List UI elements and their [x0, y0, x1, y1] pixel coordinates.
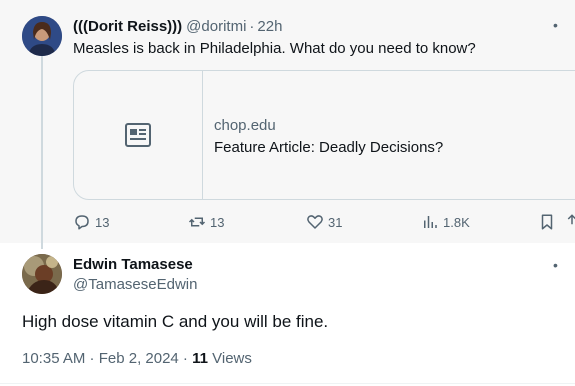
- like-button[interactable]: 31: [306, 210, 342, 234]
- avatar[interactable]: [22, 16, 62, 56]
- action-bar: 13 13 31 1.8K: [73, 210, 575, 234]
- repost-button[interactable]: 13: [188, 210, 224, 234]
- tweet-metadata: 10:35 AM · Feb 2, 2024 · 11 Views: [22, 350, 252, 367]
- views-chart-icon: [424, 216, 437, 228]
- user-handle[interactable]: @TamaseseEdwin: [73, 276, 197, 293]
- views-count: 1.8K: [443, 214, 470, 230]
- share-icon: [567, 214, 575, 225]
- views-label: Views: [207, 350, 252, 367]
- views-button[interactable]: 1.8K: [421, 210, 470, 234]
- tweet-thread: (((Dorit Reiss))) @doritmi · 22h • Measl…: [0, 0, 575, 386]
- link-card[interactable]: chop.edu Feature Article: Deadly Decisio…: [73, 70, 575, 200]
- more-options-icon[interactable]: •: [553, 256, 575, 274]
- reply-button[interactable]: 13: [73, 210, 109, 234]
- tweet-time[interactable]: 22h: [257, 18, 282, 35]
- bookmark-icon: [541, 214, 553, 230]
- card-domain: chop.edu: [214, 117, 276, 134]
- card-title: Feature Article: Deadly Decisions?: [214, 139, 444, 156]
- repost-icon: [188, 217, 206, 227]
- tweet-text: High dose vitamin C and you will be fine…: [22, 312, 329, 331]
- tweet-timestamp[interactable]: 10:35 AM · Feb 2, 2024 ·: [22, 350, 192, 367]
- avatar-dorit-image: [22, 16, 62, 56]
- share-button[interactable]: [563, 210, 575, 234]
- bookmark-button[interactable]: [538, 210, 556, 234]
- avatar[interactable]: [22, 254, 62, 294]
- divider: [0, 383, 575, 384]
- parent-tweet-header: (((Dorit Reiss))) @doritmi · 22h: [73, 16, 282, 36]
- user-handle[interactable]: @doritmi: [186, 18, 246, 35]
- article-icon: [125, 123, 151, 147]
- tweet-text: Measles is back in Philadelphia. What do…: [73, 40, 476, 57]
- separator-dot: ·: [249, 17, 255, 35]
- views-count: 11: [192, 350, 208, 367]
- repost-count: 13: [210, 214, 225, 230]
- like-count: 31: [328, 214, 343, 230]
- card-thumbnail: [74, 71, 203, 199]
- display-name[interactable]: (((Dorit Reiss))): [73, 18, 182, 35]
- reply-count: 13: [95, 214, 110, 230]
- avatar-edwin-image: [22, 254, 62, 294]
- more-options-icon[interactable]: •: [553, 16, 575, 34]
- reply-icon: [75, 215, 89, 230]
- heart-icon: [307, 215, 323, 229]
- thread-connector-line: [41, 56, 43, 249]
- display-name[interactable]: Edwin Tamasese: [73, 256, 193, 273]
